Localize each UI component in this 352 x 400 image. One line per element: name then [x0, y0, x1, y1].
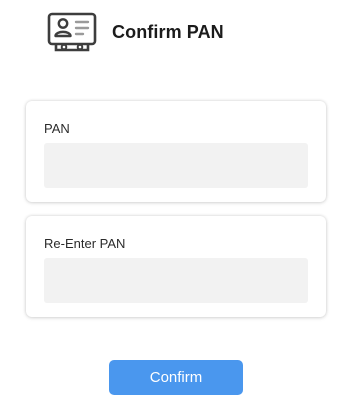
pan-input[interactable] — [44, 143, 308, 188]
pan-card: PAN — [26, 101, 326, 202]
page-header: Confirm PAN — [47, 12, 224, 52]
re-enter-pan-input[interactable] — [44, 258, 308, 303]
confirm-button[interactable]: Confirm — [109, 360, 243, 395]
pan-label: PAN — [44, 121, 70, 136]
id-card-icon — [47, 12, 97, 52]
re-enter-pan-card: Re-Enter PAN — [26, 216, 326, 317]
re-enter-pan-label: Re-Enter PAN — [44, 236, 126, 251]
page-title: Confirm PAN — [112, 21, 224, 42]
